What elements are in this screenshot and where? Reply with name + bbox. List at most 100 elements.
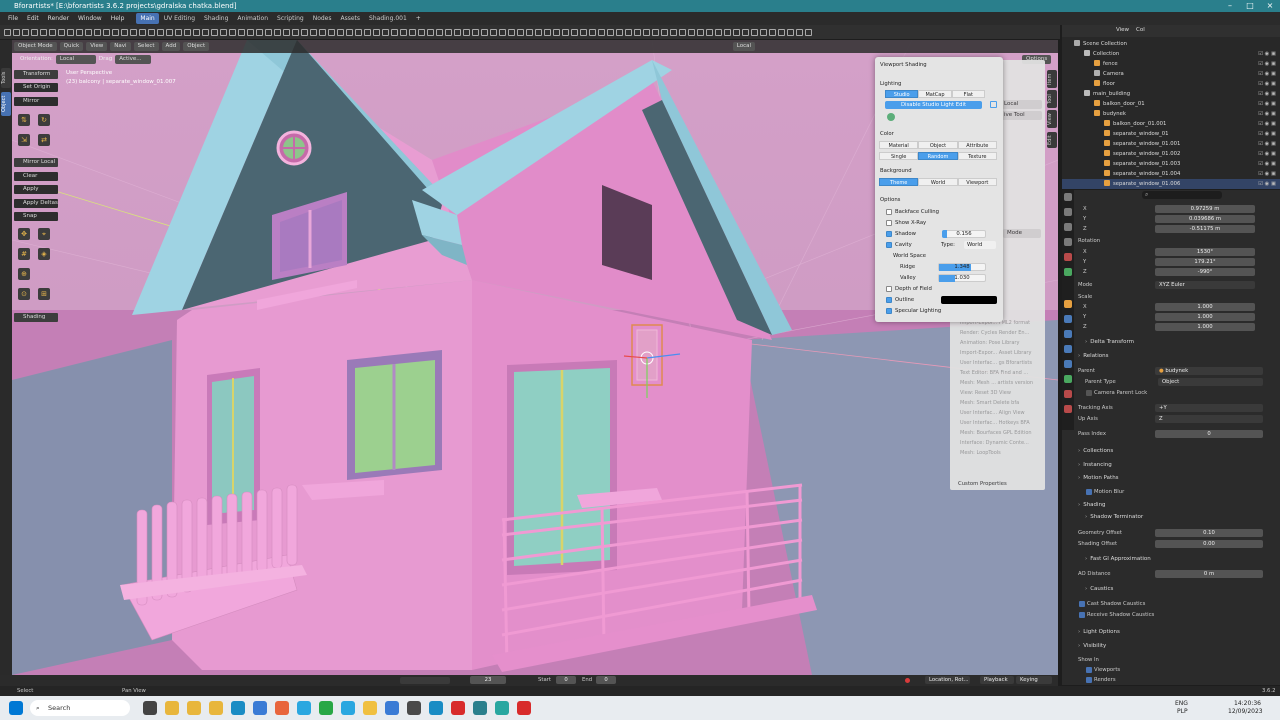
outline-color-swatch[interactable] [941,296,997,304]
minimize-icon[interactable]: – [1220,0,1240,12]
op-apply-deltas[interactable]: Apply Deltas [14,199,58,208]
camera-parent-lock-checkbox[interactable] [1086,390,1092,396]
app-icon-8[interactable] [495,701,509,715]
toolbar-icon[interactable] [148,28,155,36]
toolbar-icon[interactable] [778,28,785,36]
studio-prefs-icon[interactable] [990,101,997,108]
toolbar-icon[interactable] [373,28,380,36]
toolbar-icon[interactable] [193,28,200,36]
toolbar-icon[interactable] [553,28,560,36]
data-props-icon[interactable] [1064,375,1072,383]
snap-center-icon[interactable]: ⊕ [18,268,30,280]
tab-edit[interactable]: Edit [1047,132,1057,148]
toolbar-icon[interactable] [580,28,587,36]
visibility-toggle-icons[interactable]: ☑ ◉ ▣ [1258,119,1276,129]
tab-main[interactable]: Main [136,13,159,24]
addon-list-item[interactable]: Mesh: Smart Delete bfa [960,400,1019,406]
toolbar-icon[interactable] [643,28,650,36]
fast-gi-panel[interactable]: Fast GI Approximation [1085,556,1151,562]
outliner-view-menu[interactable]: View [1116,27,1129,33]
motion-paths-panel[interactable]: Motion Paths [1078,475,1118,481]
texture-props-icon[interactable] [1064,405,1072,413]
toolbar-icon[interactable] [283,28,290,36]
toolbar-icon[interactable] [121,28,128,36]
toolbar-icon[interactable] [49,28,56,36]
firefox-icon[interactable] [275,701,289,715]
opera-icon[interactable] [451,701,465,715]
tab-scripting[interactable]: Scripting [273,13,308,24]
outliner-item[interactable]: Camera ☑ ◉ ▣ [1062,69,1280,79]
toolbar-icon[interactable] [184,28,191,36]
tracking-axis-dropdown[interactable]: +Y [1155,404,1263,412]
app-icon-7[interactable] [429,701,443,715]
toolbar-icon[interactable] [13,28,20,36]
visibility-toggle-icons[interactable]: ☑ ◉ ▣ [1258,179,1276,189]
tab-animation[interactable]: Animation [233,13,272,24]
toolbar-icon[interactable] [742,28,749,36]
snap-active-icon[interactable]: ◈ [38,248,50,260]
snap-grid-icon[interactable]: # [18,248,30,260]
clock-date[interactable]: 12/09/2023 [1228,708,1263,715]
geometry-offset-field[interactable]: 0.10 [1155,529,1263,537]
caustics-panel[interactable]: Caustics [1085,586,1113,592]
op-mirror[interactable]: Mirror [14,97,58,106]
scale-y-field[interactable]: 1.000 [1155,313,1255,321]
custom-properties-header[interactable]: Custom Properties [958,481,1007,487]
task-view-icon[interactable] [143,701,157,715]
toolbar-icon[interactable] [481,28,488,36]
menu-help[interactable]: Help [107,13,129,24]
app-icon-9[interactable] [517,701,531,715]
toolbar-icon[interactable] [265,28,272,36]
toolbar-icon[interactable] [274,28,281,36]
toolbar-icon[interactable] [661,28,668,36]
current-frame-field[interactable]: 23 [470,676,506,684]
tab-assets[interactable]: Assets [337,13,365,24]
color-single[interactable]: Single [879,152,919,160]
shadow-terminator-panel[interactable]: Shadow Terminator [1085,514,1143,520]
light-options-panel[interactable]: Light Options [1078,629,1120,635]
addon-list-item[interactable]: View: Reset 3D View [960,390,1011,396]
tab-object[interactable]: Object [1,92,11,116]
toolbar-icon[interactable] [94,28,101,36]
toolbar-icon[interactable] [292,28,299,36]
delta-transform-panel[interactable]: Delta Transform [1085,339,1134,345]
outliner-item[interactable]: main_building ☑ ◉ ▣ [1062,89,1280,99]
toolbar-icon[interactable] [157,28,164,36]
toolbar-icon[interactable] [706,28,713,36]
toolbar-icon[interactable] [139,28,146,36]
outliner-item[interactable]: Scene Collection [1062,39,1280,49]
outliner-item[interactable]: separate_window_01.004 ☑ ◉ ▣ [1062,169,1280,179]
visibility-toggle-icons[interactable]: ☑ ◉ ▣ [1258,159,1276,169]
location-x-field[interactable]: 0.97259 m [1155,205,1255,213]
scale-icon[interactable]: ⇲ [18,134,30,146]
outliner-item[interactable]: balkon_door_01.001 ☑ ◉ ▣ [1062,119,1280,129]
add-menu[interactable]: Add [161,42,181,51]
color-attribute[interactable]: Attribute [957,141,997,149]
toolbar-icon[interactable] [616,28,623,36]
location-y-field[interactable]: 0.039686 m [1155,215,1255,223]
start-field[interactable]: 0 [556,676,576,684]
toolbar-icon[interactable] [40,28,47,36]
viewports-checkbox[interactable] [1086,667,1092,673]
lighting-flat[interactable]: Flat [951,90,985,98]
addon-list-item[interactable]: User Interfac... gs Bforartists [960,360,1032,366]
op-apply[interactable]: Apply [14,185,58,194]
toolbar-icon[interactable] [769,28,776,36]
op-shading[interactable]: Shading [14,313,58,322]
toolbar-icon[interactable] [301,28,308,36]
disable-studio-light-edit-button[interactable]: Disable Studio Light Edit [885,101,982,109]
constraints-props-icon[interactable] [1064,360,1072,368]
menu-window[interactable]: Window [74,13,106,24]
toolbar-icon[interactable] [508,28,515,36]
playback-controls[interactable] [400,677,450,684]
scale-z-field[interactable]: 1.000 [1155,323,1255,331]
visibility-toggle-icons[interactable]: ☑ ◉ ▣ [1258,69,1276,79]
end-field[interactable]: 0 [596,676,616,684]
toolbar-icon[interactable] [418,28,425,36]
app-icon-4[interactable] [363,701,377,715]
outliner-item[interactable]: separate_window_01.006 ☑ ◉ ▣ [1062,179,1280,189]
rotation-z-field[interactable]: -990° [1155,268,1255,276]
toolbar-icon[interactable] [652,28,659,36]
addon-list-item[interactable]: Render: Cycles Render En... [960,330,1029,336]
motion-blur-checkbox[interactable] [1086,489,1092,495]
